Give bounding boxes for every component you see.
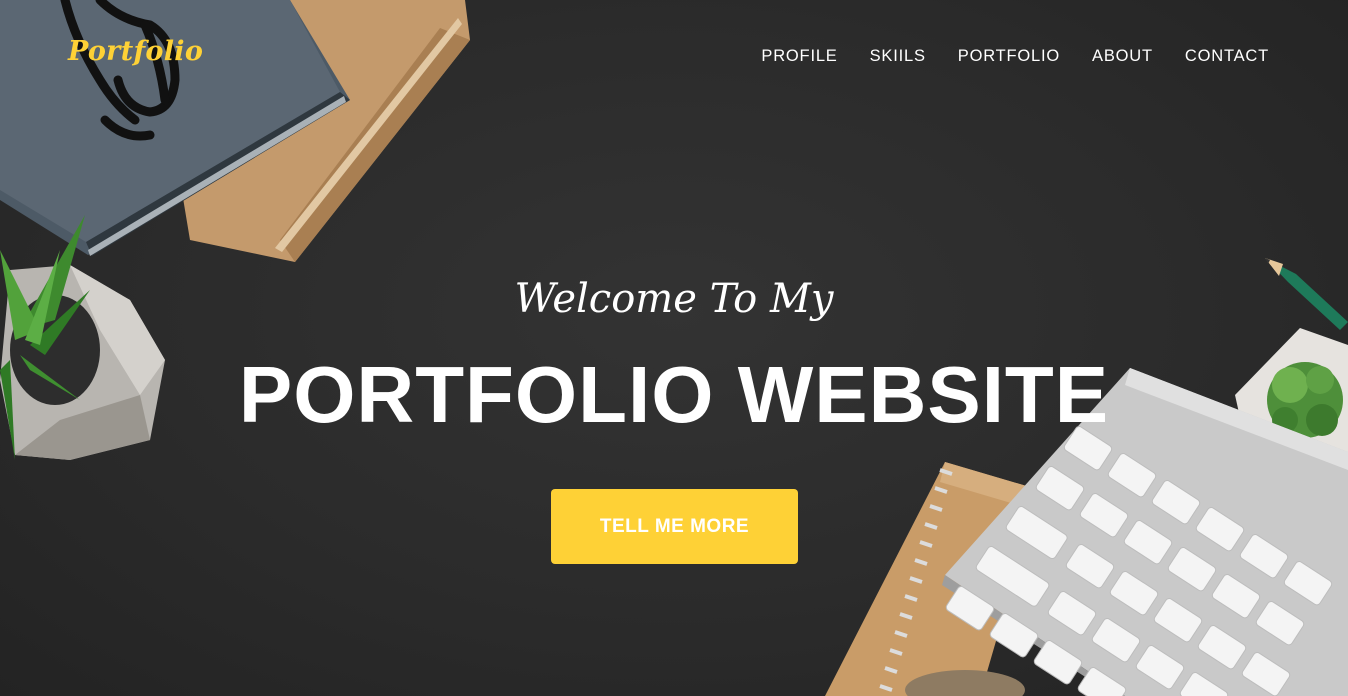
main-nav: PROFILE SKIILS PORTFOLIO ABOUT CONTACT: [761, 44, 1269, 68]
nav-link-contact[interactable]: CONTACT: [1185, 47, 1269, 65]
nav-item-contact: CONTACT: [1185, 44, 1269, 68]
hero-subheading: Welcome To My: [514, 276, 834, 322]
hero-section: Portfolio PROFILE SKIILS PORTFOLIO ABOUT…: [0, 0, 1348, 696]
nav-item-skills: SKIILS: [870, 44, 926, 68]
nav-link-skills[interactable]: SKIILS: [870, 47, 926, 65]
nav-item-profile: PROFILE: [761, 44, 837, 68]
nav-link-portfolio[interactable]: PORTFOLIO: [958, 47, 1060, 65]
logo[interactable]: Portfolio: [68, 36, 203, 67]
hero-heading: PORTFOLIO WEBSITE: [238, 350, 1110, 439]
nav-link-profile[interactable]: PROFILE: [761, 47, 837, 65]
nav-item-portfolio: PORTFOLIO: [958, 44, 1060, 68]
nav-link-about[interactable]: ABOUT: [1092, 47, 1153, 65]
nav-item-about: ABOUT: [1092, 44, 1153, 68]
tell-me-more-button[interactable]: TELL ME MORE: [551, 489, 798, 564]
